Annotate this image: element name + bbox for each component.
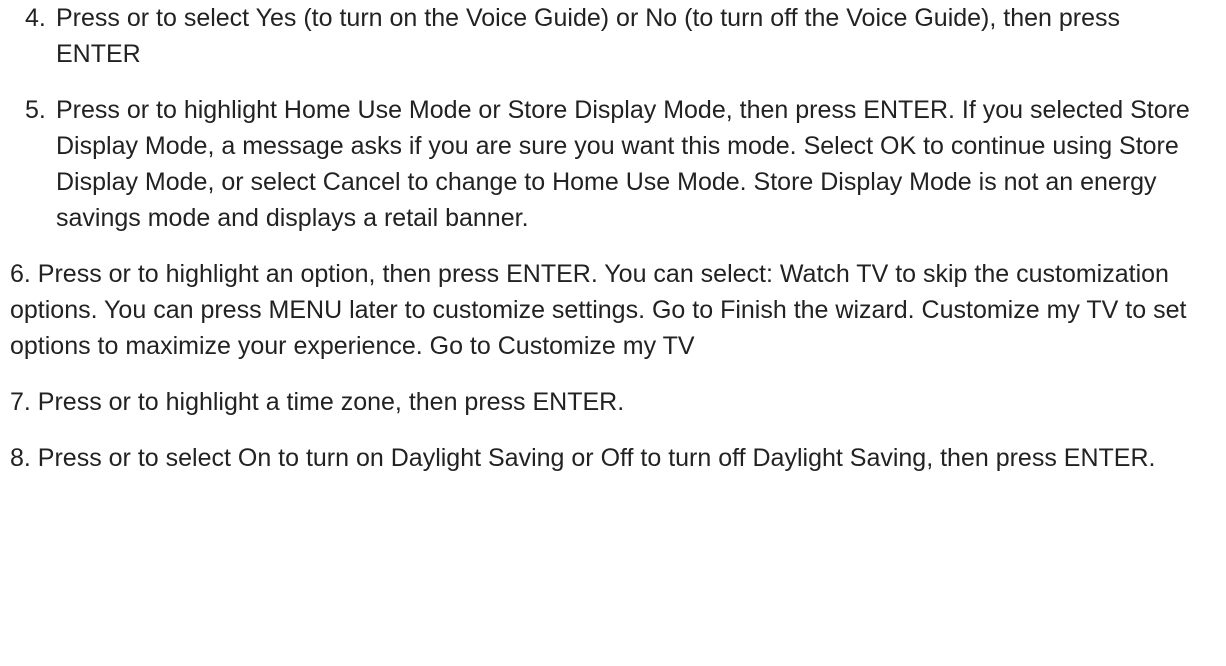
- list-item: 5. Press or to highlight Home Use Mode o…: [0, 92, 1226, 236]
- paragraph-step-8: 8. Press or to select On to turn on Dayl…: [10, 444, 1156, 472]
- list-item-text: Press or to select Yes (to turn on the V…: [56, 4, 1121, 68]
- paragraph-step-6: 6. Press or to highlight an option, then…: [10, 260, 1187, 360]
- instruction-list: 4. Press or to select Yes (to turn on th…: [0, 0, 1226, 236]
- list-item-number: 5.: [25, 96, 46, 124]
- document-body: 4. Press or to select Yes (to turn on th…: [0, 0, 1226, 666]
- list-item-number: 4.: [25, 4, 46, 32]
- list-item: 4. Press or to select Yes (to turn on th…: [0, 0, 1226, 72]
- paragraph-step-7: 7. Press or to highlight a time zone, th…: [10, 388, 625, 416]
- list-item-text: Press or to highlight Home Use Mode or S…: [56, 96, 1190, 232]
